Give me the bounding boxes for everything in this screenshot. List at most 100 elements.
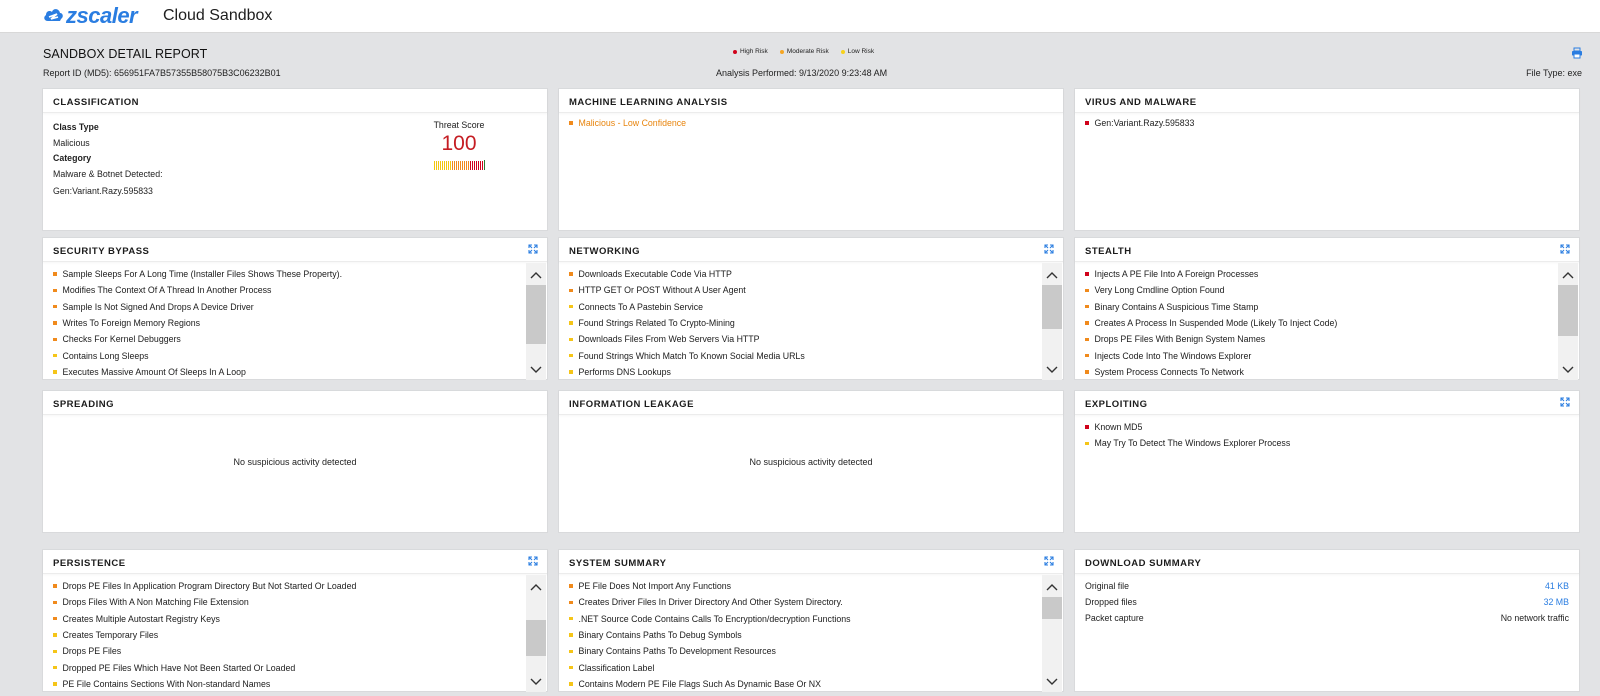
- security-bypass-panel: SECURITY BYPASS Sample Sleeps For A Long…: [42, 237, 548, 380]
- bullet-icon: [569, 633, 573, 637]
- finding-text: System Process Connects To Network: [1094, 366, 1244, 377]
- finding-text: Found Strings Which Match To Known Socia…: [578, 350, 805, 361]
- finding-item: Executes Massive Amount Of Sleeps In A L…: [53, 364, 525, 380]
- legend-label-moderate: Moderate Risk: [786, 48, 829, 55]
- expand-icon[interactable]: [1560, 397, 1570, 407]
- scrollbar[interactable]: [1042, 575, 1062, 692]
- scrollbar-thumb[interactable]: [526, 285, 546, 344]
- finding-item: PE File Does Not Import Any Functions: [569, 578, 1041, 594]
- finding-text: Drops Files With A Non Matching File Ext…: [62, 597, 249, 608]
- print-icon[interactable]: [1571, 47, 1583, 59]
- chevron-down-icon[interactable]: [1042, 672, 1062, 690]
- panel-title: MACHINE LEARNING ANALYSIS: [569, 97, 728, 108]
- scrollbar-thumb[interactable]: [526, 620, 546, 656]
- expand-icon[interactable]: [1044, 244, 1054, 254]
- chevron-down-icon[interactable]: [526, 360, 546, 378]
- chevron-down-icon[interactable]: [526, 672, 546, 690]
- bullet-icon: [53, 633, 57, 637]
- scrollbar[interactable]: [1042, 263, 1062, 380]
- finding-text: May Try To Detect The Windows Explorer P…: [1094, 438, 1291, 449]
- bullet-icon: [569, 337, 573, 342]
- finding-text: Found Strings Related To Crypto-Mining: [578, 318, 735, 329]
- bullet-icon: [53, 321, 57, 325]
- scrollbar-thumb[interactable]: [1558, 285, 1578, 336]
- chevron-down-icon[interactable]: [1558, 360, 1578, 378]
- chevron-up-icon[interactable]: [1042, 579, 1062, 597]
- threat-meter-tick: [435, 161, 437, 170]
- finding-item: .NET Source Code Contains Calls To Encry…: [569, 611, 1041, 627]
- finding-item: Found Strings Related To Crypto-Mining: [569, 315, 1041, 331]
- bullet-icon: [1085, 337, 1089, 342]
- panel-title: VIRUS AND MALWARE: [1085, 97, 1197, 108]
- chevron-up-icon[interactable]: [1558, 267, 1578, 285]
- finding-text: .NET Source Code Contains Calls To Encry…: [578, 613, 851, 624]
- analysis-performed: Analysis Performed: 9/13/2020 9:23:48 AM: [716, 68, 888, 78]
- finding-item: Contains Modern PE File Flags Such As Dy…: [569, 676, 1041, 692]
- zscaler-cloud-icon: [44, 9, 63, 21]
- zscaler-logo[interactable]: zscaler: [42, 3, 138, 28]
- finding-item: Drops PE Files With Benign System Names: [1085, 331, 1557, 347]
- finding-item: Creates Temporary Files: [53, 627, 525, 643]
- virus-result-text: Gen:Variant.Razy.595833: [1094, 118, 1195, 128]
- legend-moderate: Moderate Risk: [779, 48, 829, 55]
- threat-meter-tick: [443, 161, 445, 170]
- finding-text: Sample Is Not Signed And Drops A Device …: [62, 301, 254, 312]
- dropped-files-link[interactable]: 32 MB: [1544, 597, 1569, 607]
- scrollbar[interactable]: [526, 263, 546, 380]
- threat-meter-tick: [457, 161, 459, 170]
- finding-text: Drops PE Files: [62, 646, 122, 657]
- threat-meter-tick: [439, 161, 441, 170]
- threat-meter-tick: [467, 161, 469, 170]
- original-file-link[interactable]: 41 KB: [1545, 581, 1569, 591]
- finding-item: Found Strings Which Match To Known Socia…: [569, 347, 1041, 363]
- expand-icon[interactable]: [1044, 556, 1054, 566]
- chevron-up-icon[interactable]: [526, 579, 546, 597]
- finding-text: Creates Temporary Files: [62, 630, 159, 641]
- scrollbar-thumb[interactable]: [1042, 597, 1062, 619]
- expand-icon[interactable]: [1560, 244, 1570, 254]
- finding-text: Injects Code Into The Windows Explorer: [1094, 350, 1252, 361]
- chevron-up-icon[interactable]: [1042, 267, 1062, 285]
- download-summary-panel: DOWNLOAD SUMMARY Original file 41 KB Dro…: [1074, 549, 1580, 692]
- bullet-icon: [53, 288, 57, 293]
- expand-icon[interactable]: [528, 556, 538, 566]
- panel-header: SYSTEM SUMMARY: [559, 550, 1063, 574]
- finding-item: System Process Connects To Network: [1085, 364, 1557, 380]
- finding-text: Dropped PE Files Which Have Not Been Sta…: [62, 662, 296, 673]
- download-label: Packet capture: [1085, 613, 1144, 623]
- empty-message: No suspicious activity detected: [233, 457, 357, 467]
- detection-name: Gen:Variant.Razy.595833: [53, 186, 153, 197]
- finding-item: Contains Long Sleeps: [53, 347, 525, 363]
- panel-header: SECURITY BYPASS: [43, 238, 547, 262]
- bullet-icon: [569, 353, 573, 358]
- bullet-icon: [569, 584, 573, 588]
- threat-score-label: Threat Score: [433, 120, 485, 130]
- download-row-original: Original file 41 KB: [1085, 581, 1569, 591]
- bullet-icon: [569, 304, 573, 309]
- expand-icon[interactable]: [528, 244, 538, 254]
- bullet-icon: [569, 121, 573, 125]
- download-row-packet: Packet capture No network traffic: [1085, 613, 1569, 623]
- finding-item: Creates A Process In Suspended Mode (Lik…: [1085, 315, 1557, 331]
- finding-text: Binary Contains A Suspicious Time Stamp: [1094, 301, 1259, 312]
- bullet-icon: [1085, 441, 1089, 446]
- risk-legend: High Risk Moderate Risk Low Risk: [733, 48, 874, 55]
- finding-item: Drops PE Files: [53, 643, 525, 659]
- finding-text: Downloads Executable Code Via HTTP: [578, 269, 732, 280]
- chevron-down-icon[interactable]: [1042, 360, 1062, 378]
- threat-meter-tick: [469, 161, 471, 170]
- finding-text: Drops PE Files In Application Program Di…: [62, 581, 357, 592]
- panel-header: MACHINE LEARNING ANALYSIS: [559, 89, 1063, 113]
- panel-title: PERSISTENCE: [53, 558, 126, 569]
- finding-item: Drops PE Files In Application Program Di…: [53, 578, 525, 594]
- threat-meter-tick: [479, 161, 481, 170]
- panel-header: PERSISTENCE: [43, 550, 547, 574]
- scrollbar[interactable]: [526, 575, 546, 692]
- scrollbar-thumb[interactable]: [1042, 285, 1062, 329]
- chevron-up-icon[interactable]: [526, 267, 546, 285]
- bullet-icon: [1085, 321, 1089, 325]
- threat-meter-tick: [475, 161, 477, 170]
- bullet-icon: [1085, 353, 1089, 358]
- scrollbar[interactable]: [1558, 263, 1578, 380]
- panel-header: INFORMATION LEAKAGE: [559, 391, 1063, 415]
